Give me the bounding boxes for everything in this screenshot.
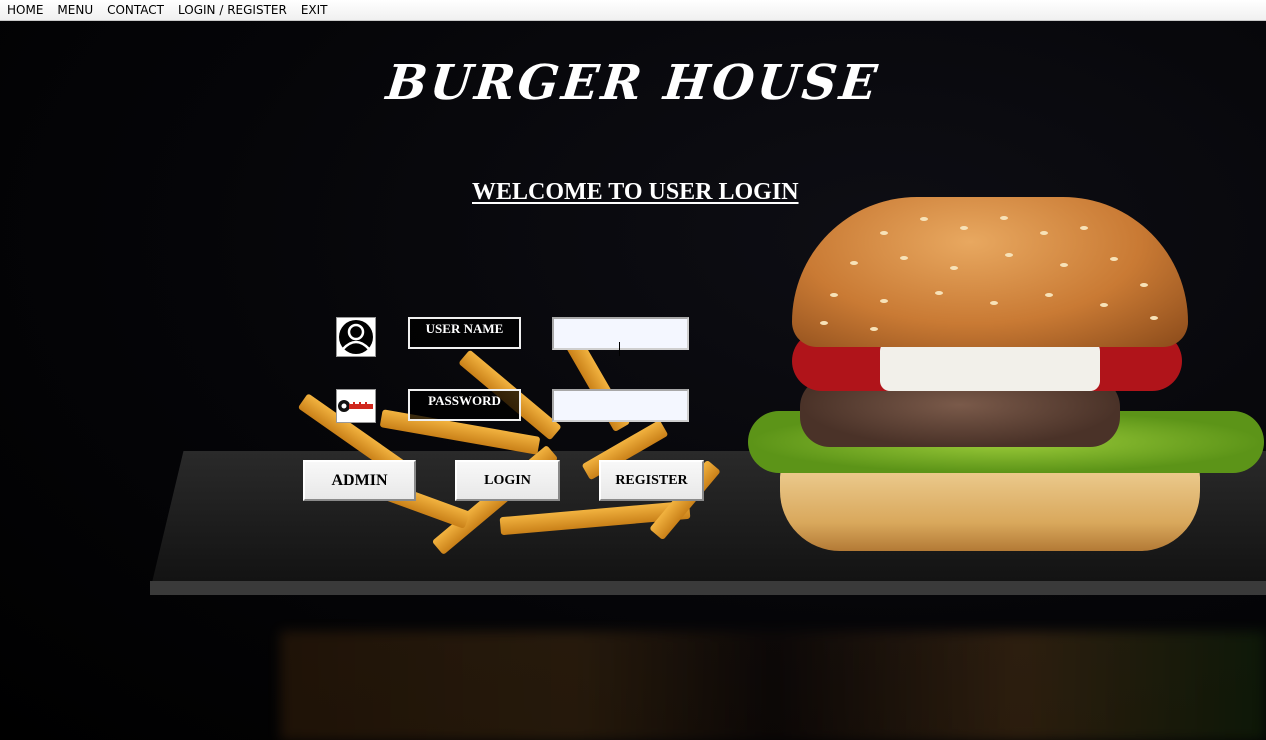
menu-item-contact[interactable]: CONTACT [100, 0, 171, 20]
table-reflection [280, 631, 1266, 740]
login-window: BURGER HOUSE WELCOME TO USER LOGIN USER … [0, 21, 1266, 740]
admin-button[interactable]: ADMIN [303, 460, 416, 501]
menu-item-home[interactable]: HOME [0, 0, 50, 20]
slate-board-edge [150, 581, 1266, 595]
login-button[interactable]: LOGIN [455, 460, 560, 501]
app-title: BURGER HOUSE [383, 55, 883, 111]
menu-item-exit[interactable]: EXIT [294, 0, 335, 20]
welcome-heading: WELCOME TO USER LOGIN [472, 179, 799, 205]
password-input[interactable] [552, 389, 689, 422]
menu-bar: HOME MENU CONTACT LOGIN / REGISTER EXIT [0, 0, 1266, 21]
username-input[interactable] [552, 317, 689, 350]
user-silhouette-icon [336, 317, 376, 357]
register-button[interactable]: REGISTER [599, 460, 704, 501]
menu-item-login-register[interactable]: LOGIN / REGISTER [171, 0, 294, 20]
key-icon [336, 389, 376, 423]
text-caret [619, 342, 620, 356]
menu-item-menu[interactable]: MENU [50, 0, 100, 20]
password-label: PASSWORD [408, 389, 521, 421]
username-label: USER NAME [408, 317, 521, 349]
